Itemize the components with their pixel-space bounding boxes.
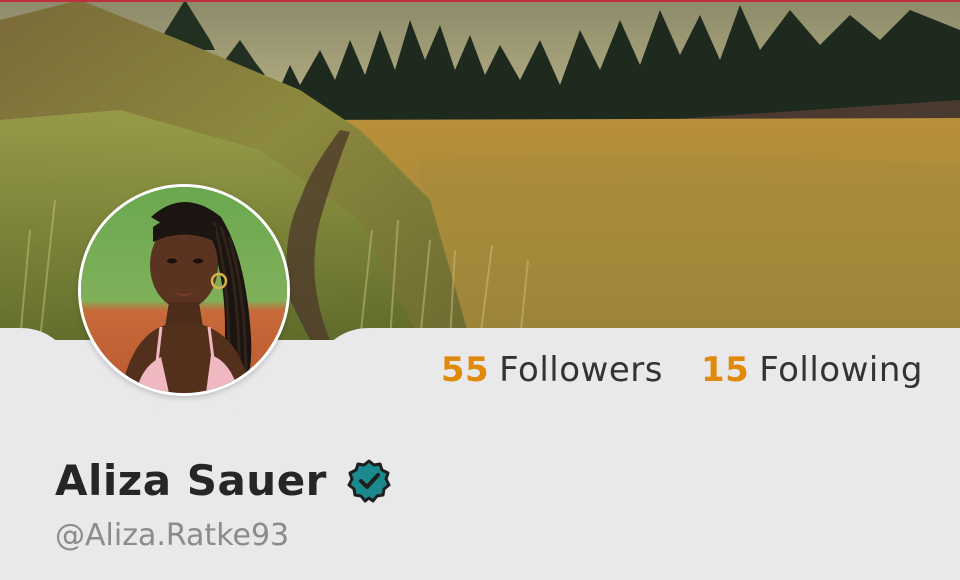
followers-stat[interactable]: 55 Followers bbox=[441, 350, 663, 390]
verified-check-icon bbox=[347, 459, 391, 502]
profile-stats: 55 Followers 15 Following bbox=[441, 350, 923, 390]
profile-handle[interactable]: @Aliza.Ratke93 bbox=[55, 518, 289, 553]
following-stat[interactable]: 15 Following bbox=[701, 350, 923, 390]
profile-name-row: Aliza Sauer bbox=[55, 456, 391, 505]
following-count: 15 bbox=[700, 350, 750, 390]
followers-label: Followers bbox=[499, 350, 663, 390]
profile-card: 55 Followers 15 Following Aliza Sauer @A… bbox=[0, 0, 960, 580]
top-accent-rule bbox=[0, 0, 960, 2]
avatar[interactable] bbox=[78, 184, 290, 396]
followers-count: 55 bbox=[440, 350, 490, 390]
profile-name: Aliza Sauer bbox=[55, 456, 327, 505]
following-label: Following bbox=[759, 350, 923, 390]
